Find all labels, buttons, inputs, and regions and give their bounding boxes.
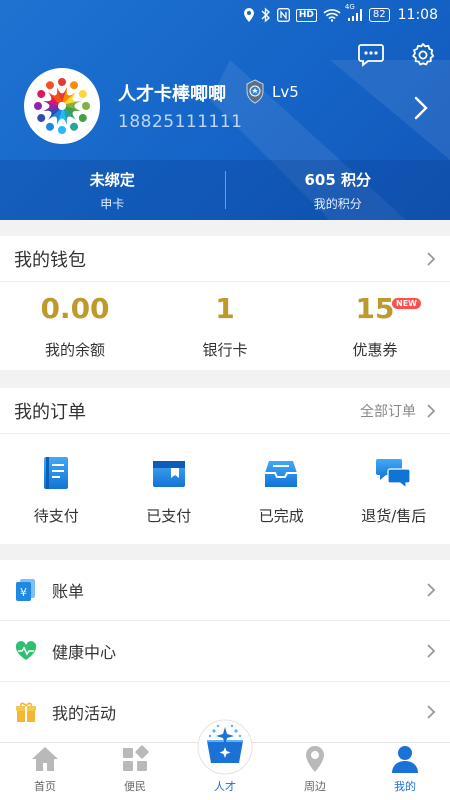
signal-icon: 4G	[345, 3, 363, 23]
orders-title: 我的订单	[14, 401, 86, 423]
nav-nearby[interactable]: 周边	[270, 743, 360, 800]
points-label: 我的积分	[313, 196, 362, 211]
chevron-right-icon	[427, 705, 436, 719]
completed-label: 已完成	[258, 506, 304, 525]
menu-item-bill[interactable]: ¥ 账单	[0, 560, 450, 621]
menu-item-label: 健康中心	[52, 643, 117, 662]
pending-payment-icon	[44, 456, 69, 489]
balance-label: 我的余额	[44, 341, 105, 359]
nav-label: 人才	[214, 780, 236, 793]
completed-icon	[265, 460, 298, 487]
nav-services[interactable]: 便民	[90, 743, 180, 800]
coupon-count: 15	[355, 292, 395, 325]
menu-item-label: 账单	[52, 582, 85, 601]
nav-talent[interactable]: 人才	[180, 719, 270, 800]
nav-home[interactable]: 首页	[0, 743, 90, 800]
card-status-label: 申卡	[100, 196, 125, 211]
menu-item-health[interactable]: 健康中心	[0, 621, 450, 682]
bottom-nav: 首页 便民 人才 周边 我的	[0, 719, 450, 800]
new-badge: NEW	[392, 298, 421, 309]
nav-label: 便民	[124, 780, 146, 793]
avatar[interactable]	[24, 68, 100, 144]
stats-strip: 未绑定 申卡 605 积分 我的积分	[0, 160, 450, 220]
orders-card: 我的订单 全部订单 待支付 已支付 已完成 退货/售后	[0, 388, 450, 544]
apps-icon	[123, 745, 149, 771]
chevron-right-icon	[427, 583, 436, 597]
profile-header: HD 4G 82 11:08 人才卡棒唧唧 Lv5 18825111111 未绑…	[0, 0, 450, 220]
after-sales-icon	[375, 458, 411, 489]
user-level: Lv5	[272, 83, 299, 101]
battery-indicator: 82	[368, 8, 390, 22]
order-pending-payment[interactable]: 待支付	[0, 434, 113, 544]
card-application-stat[interactable]: 未绑定 申卡	[0, 160, 225, 220]
paid-icon	[152, 460, 185, 487]
bank-card-item[interactable]: 1 银行卡	[150, 282, 300, 370]
bill-icon: ¥	[14, 578, 38, 602]
order-after-sales[interactable]: 退货/售后	[338, 434, 450, 544]
card-status-value: 未绑定	[89, 170, 135, 189]
svg-text:¥: ¥	[20, 586, 27, 599]
wallet-header[interactable]: 我的钱包	[0, 236, 450, 282]
nav-me[interactable]: 我的	[360, 743, 450, 800]
heart-pulse-icon	[14, 639, 38, 663]
user-phone: 18825111111	[118, 112, 243, 132]
chevron-right-icon	[427, 251, 436, 266]
nfc-icon	[276, 7, 290, 23]
network-type: 4G	[344, 3, 355, 11]
location-icon	[306, 746, 324, 772]
gift-icon	[14, 700, 38, 724]
wifi-icon	[323, 7, 341, 23]
location-status-icon	[243, 7, 255, 23]
wallet-title: 我的钱包	[14, 249, 86, 271]
points-stat[interactable]: 605 积分 我的积分	[226, 160, 450, 220]
chevron-right-icon[interactable]	[414, 96, 428, 120]
order-paid[interactable]: 已支付	[113, 434, 226, 544]
balance-value: 0.00	[40, 292, 110, 325]
user-name: 人才卡棒唧唧	[118, 84, 226, 105]
level-medal-icon	[246, 79, 264, 104]
paid-label: 已支付	[146, 506, 192, 525]
logo-icon	[34, 78, 90, 134]
menu-list: ¥ 账单 健康中心 我的活动	[0, 560, 450, 743]
gear-icon	[412, 43, 435, 66]
user-icon	[392, 746, 418, 773]
bluetooth-icon	[261, 7, 271, 23]
settings-button[interactable]	[410, 42, 436, 68]
nav-label: 周边	[304, 780, 326, 793]
coupon-item[interactable]: 15 NEW 优惠券	[300, 282, 450, 370]
points-value: 605 积分	[304, 170, 372, 189]
chat-bubble-icon	[358, 44, 384, 67]
chevron-right-icon	[427, 644, 436, 658]
nav-label: 首页	[34, 780, 56, 793]
nav-label: 我的	[394, 780, 416, 793]
hd-indicator: HD	[295, 8, 317, 22]
coupon-label: 优惠券	[352, 341, 398, 359]
bank-card-label: 银行卡	[202, 341, 248, 359]
wallet-card: 我的钱包 0.00 我的余额 1 银行卡 15 NEW 优惠券	[0, 236, 450, 370]
clock: 11:08	[397, 7, 438, 23]
orders-header[interactable]: 我的订单 全部订单	[0, 388, 450, 434]
home-icon	[32, 747, 58, 771]
bank-card-count: 1	[215, 292, 235, 325]
chevron-right-icon	[427, 403, 436, 418]
balance-item[interactable]: 0.00 我的余额	[0, 282, 150, 370]
messages-button[interactable]	[358, 42, 384, 68]
after-sales-label: 退货/售后	[361, 506, 427, 525]
order-completed[interactable]: 已完成	[225, 434, 338, 544]
all-orders-link[interactable]: 全部订单	[360, 401, 416, 421]
talent-icon	[197, 719, 253, 775]
pending-payment-label: 待支付	[33, 506, 79, 525]
status-bar: HD 4G 82 11:08	[0, 0, 450, 30]
